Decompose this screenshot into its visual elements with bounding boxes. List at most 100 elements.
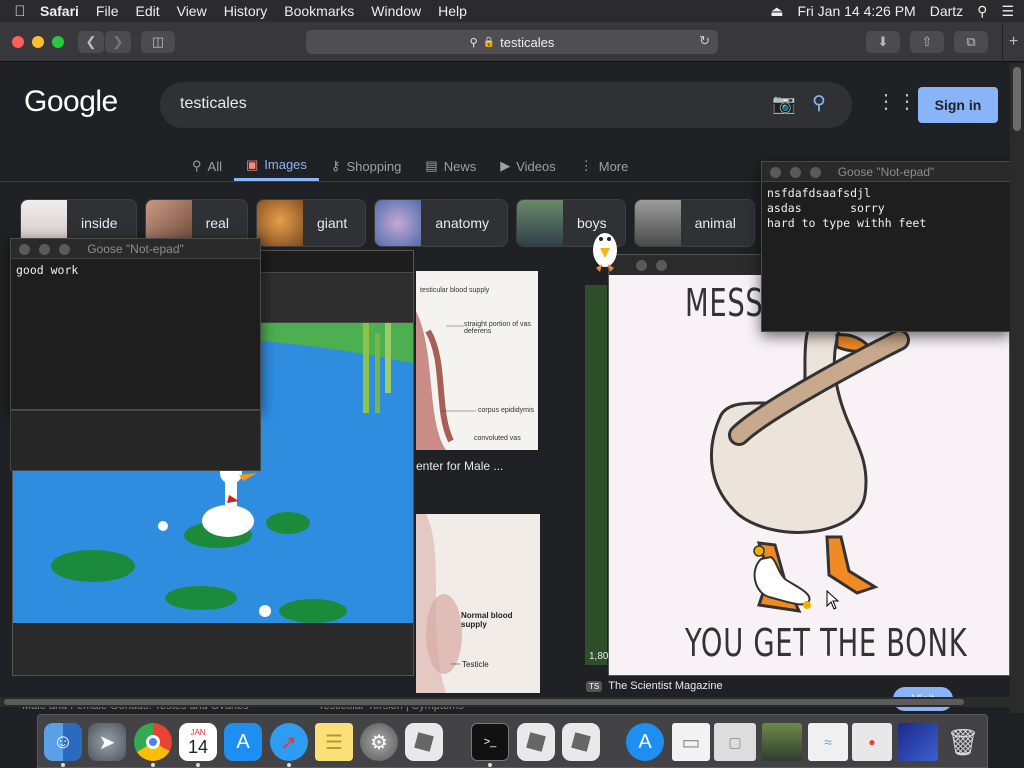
tab-news[interactable]: ▤ News bbox=[413, 151, 488, 181]
trash-icon[interactable]: 🗑 bbox=[944, 723, 982, 761]
app-store-downloads-icon[interactable]: A bbox=[626, 723, 664, 761]
desktop-goose-sprite[interactable] bbox=[590, 226, 620, 272]
app-store-icon[interactable]: A bbox=[224, 723, 262, 761]
control-center-icon[interactable]: ☰ bbox=[1001, 3, 1014, 20]
window-thumb-5[interactable] bbox=[898, 723, 938, 761]
trash-can-icon: 🗑 bbox=[946, 726, 980, 757]
horizontal-scrollbar[interactable] bbox=[0, 697, 1010, 707]
chip-thumbnail bbox=[375, 200, 422, 246]
close-window-button[interactable] bbox=[636, 260, 647, 271]
chip-label: anatomy bbox=[435, 215, 490, 231]
goose-notepad-window-1[interactable]: Goose "Not-epad" good work bbox=[10, 238, 261, 410]
downloads-button[interactable]: ⬇ bbox=[866, 31, 900, 53]
chip-anatomy[interactable]: anatomy bbox=[374, 199, 509, 247]
eject-icon[interactable]: ⏏ bbox=[770, 3, 783, 20]
roblox-icon[interactable] bbox=[405, 723, 443, 761]
roblox-studio-icon[interactable] bbox=[517, 723, 555, 761]
source-attribution[interactable]: TS The Scientist Magazine bbox=[586, 680, 723, 692]
tab-label: News bbox=[443, 158, 477, 174]
tab-images[interactable]: ▣ Images bbox=[233, 151, 319, 181]
window-thumb-1[interactable]: ▢ bbox=[714, 723, 756, 761]
compass-icon: ➚ bbox=[280, 731, 298, 754]
menubar-user[interactable]: Dartz bbox=[930, 3, 963, 19]
menu-file[interactable]: File bbox=[96, 3, 119, 19]
result-image-normal-supply[interactable]: Normal blood supply Testicle bbox=[416, 514, 540, 693]
new-tab-button[interactable]: + bbox=[1002, 22, 1024, 62]
safari-toolbar: ❮ ❯ ◫ ⚲ 🔒 testicales ↻ ⬇ ⇧ ⧉ + bbox=[0, 22, 1024, 62]
window-thumb-4[interactable]: ● bbox=[852, 723, 892, 761]
notes-icon[interactable]: ☰ bbox=[315, 723, 353, 761]
calendar-icon[interactable]: JAN 14 bbox=[179, 723, 217, 761]
window-thumb-2[interactable] bbox=[762, 723, 802, 761]
chrome-icon[interactable] bbox=[134, 723, 172, 761]
menu-history[interactable]: History bbox=[224, 3, 268, 19]
share-button[interactable]: ⇧ bbox=[910, 31, 944, 53]
zoom-window-button[interactable] bbox=[52, 36, 64, 48]
close-window-button[interactable] bbox=[12, 36, 24, 48]
apple-menu-icon[interactable]:  bbox=[0, 3, 40, 20]
launchpad-icon[interactable]: ➤ bbox=[88, 723, 126, 761]
tab-videos[interactable]: ▶ Videos bbox=[488, 151, 568, 181]
chip-giant[interactable]: giant bbox=[255, 199, 367, 247]
camera-icon[interactable]: 📷 bbox=[772, 92, 796, 116]
system-preferences-icon[interactable]: ⚙ bbox=[360, 723, 398, 761]
running-indicator bbox=[196, 763, 200, 767]
tab-label: Shopping bbox=[346, 158, 402, 174]
google-logo[interactable]: Google bbox=[24, 85, 118, 119]
lens-icon[interactable]: ⚲ bbox=[812, 92, 826, 115]
source-name: The Scientist Magazine bbox=[608, 680, 723, 692]
menu-view[interactable]: View bbox=[177, 3, 207, 19]
document-thumb-icon[interactable]: ▭ bbox=[672, 723, 710, 761]
desktop:  Safari File Edit View History Bookmark… bbox=[0, 0, 1024, 768]
finder-icon[interactable]: ☺ bbox=[44, 723, 82, 761]
minimize-window-button[interactable] bbox=[656, 260, 667, 271]
terminal-icon[interactable]: >_ bbox=[471, 723, 509, 761]
menu-safari[interactable]: Safari bbox=[40, 3, 79, 19]
menu-window[interactable]: Window bbox=[371, 3, 421, 19]
reload-icon[interactable]: ↻ bbox=[699, 33, 710, 49]
roblox-square-icon bbox=[414, 732, 434, 752]
meme-bottom-text: YOU GET THE BONK bbox=[685, 621, 968, 665]
notepad-titlebar[interactable]: Goose "Not-epad" bbox=[11, 239, 260, 259]
player-footer bbox=[13, 623, 413, 675]
result-image-partial[interactable] bbox=[585, 285, 607, 665]
menu-edit[interactable]: Edit bbox=[135, 3, 159, 19]
notes-lines-icon: ☰ bbox=[325, 731, 343, 754]
result-image-blood-supply[interactable]: testicular blood supply straight portion… bbox=[416, 271, 538, 450]
vertical-scrollbar[interactable] bbox=[1010, 63, 1024, 713]
scroll-thumb[interactable] bbox=[4, 699, 964, 705]
result-caption[interactable]: enter for Male ... bbox=[416, 459, 503, 473]
spotlight-icon[interactable]: ⚲ bbox=[977, 3, 987, 20]
goose-notepad-window-2[interactable]: Goose "Not-epad" nsfdafdsaafsdjl asdas s… bbox=[761, 161, 1011, 332]
safari-icon[interactable]: ➚ bbox=[270, 723, 308, 761]
dock: ☺ ➤ JAN 14 A ➚ ☰ ⚙ >_ A ▭ ▢ ≈ ● 🗑 bbox=[37, 714, 988, 768]
notepad-text[interactable]: nsfdafdsaafsdjl asdas sorry hard to type… bbox=[762, 182, 1010, 235]
address-bar[interactable]: ⚲ 🔒 testicales ↻ bbox=[306, 30, 718, 54]
window-thumb-3[interactable]: ≈ bbox=[808, 723, 848, 761]
menu-help[interactable]: Help bbox=[438, 3, 467, 19]
app-store-a-icon: A bbox=[236, 730, 250, 753]
scroll-thumb[interactable] bbox=[1013, 67, 1021, 131]
forward-button[interactable]: ❯ bbox=[105, 31, 131, 53]
tab-shopping[interactable]: ⚷ Shopping bbox=[319, 151, 413, 181]
search-input[interactable]: testicales bbox=[180, 95, 247, 113]
back-button[interactable]: ❮ bbox=[78, 31, 104, 53]
tabs-overview-button[interactable]: ⧉ bbox=[954, 31, 988, 53]
minimize-window-button[interactable] bbox=[32, 36, 44, 48]
dots-vertical-icon: ⋮ bbox=[579, 158, 593, 173]
notepad-lower-panel bbox=[10, 410, 261, 471]
notepad-titlebar[interactable]: Goose "Not-epad" bbox=[762, 162, 1010, 182]
sign-in-button[interactable]: Sign in bbox=[918, 87, 998, 123]
roblox-player-icon[interactable] bbox=[562, 723, 600, 761]
chip-animal[interactable]: animal bbox=[633, 199, 755, 247]
search-box[interactable]: testicales 📷 ⚲ bbox=[160, 82, 852, 128]
menu-bookmarks[interactable]: Bookmarks bbox=[284, 3, 354, 19]
sidebar-button[interactable]: ◫ bbox=[141, 31, 175, 53]
tab-more[interactable]: ⋮ More bbox=[568, 151, 641, 181]
result-count: 1,80 bbox=[589, 651, 609, 662]
goose-with-bat-illustration bbox=[710, 308, 910, 613]
notepad-text[interactable]: good work bbox=[11, 259, 260, 282]
chip-label: animal bbox=[694, 215, 736, 231]
tab-all[interactable]: ⚲ All bbox=[180, 151, 234, 181]
menubar-clock[interactable]: Fri Jan 14 4:26 PM bbox=[797, 3, 915, 19]
